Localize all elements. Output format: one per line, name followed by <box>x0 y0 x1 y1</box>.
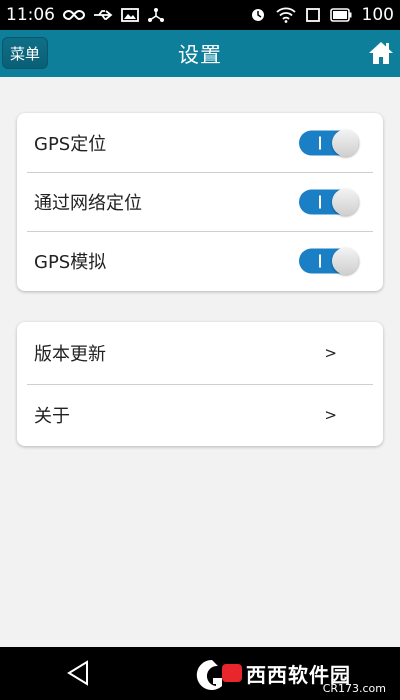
share-icon <box>147 7 165 23</box>
image-icon <box>121 8 139 22</box>
battery-level: 100 <box>361 5 394 25</box>
about-card: 版本更新 > 关于 > <box>17 322 383 446</box>
setting-label: 通过网络定位 <box>34 192 142 214</box>
toggle-knob <box>332 129 359 156</box>
toggle-knob <box>332 247 359 274</box>
chevron-right-icon: > <box>324 344 337 362</box>
menu-button[interactable]: 菜单 <box>2 37 48 69</box>
watermark-logo-icon <box>196 659 242 690</box>
wifi-icon <box>275 7 296 23</box>
infinity-icon <box>63 9 85 21</box>
toggle-knob <box>332 188 359 215</box>
watermark-logo: 西西软件园 CR173.com <box>190 653 390 695</box>
location-settings-card: GPS定位 通过网络定位 GPS模拟 <box>17 113 383 291</box>
setting-row-version-update[interactable]: 版本更新 > <box>17 322 383 384</box>
page-title: 设置 <box>178 42 222 67</box>
setting-label: 关于 <box>34 406 70 427</box>
setting-row-gps-simulation[interactable]: GPS模拟 <box>17 231 383 290</box>
setting-label: GPS定位 <box>34 133 107 155</box>
home-icon[interactable] <box>367 40 395 66</box>
back-triangle-icon[interactable] <box>66 660 90 686</box>
usb-icon <box>93 8 113 22</box>
setting-row-gps[interactable]: GPS定位 <box>17 113 383 172</box>
screen-icon <box>305 8 320 22</box>
toggle-on-mark <box>319 195 321 208</box>
status-time: 11:06 <box>6 5 55 25</box>
setting-label: 版本更新 <box>34 344 106 365</box>
watermark-domain: CR173.com <box>322 682 386 695</box>
toggle-on-mark <box>319 254 321 267</box>
alarm-icon <box>250 7 266 23</box>
battery-icon <box>329 8 352 22</box>
status-bar: 11:06 100 <box>0 0 400 30</box>
gps-simulation-toggle[interactable] <box>299 247 359 274</box>
chevron-right-icon: > <box>324 406 337 424</box>
setting-row-about[interactable]: 关于 > <box>17 384 383 446</box>
navigation-bar: 西西软件园 CR173.com <box>0 647 400 700</box>
title-bar: 菜单 设置 <box>0 30 400 77</box>
setting-row-network-location[interactable]: 通过网络定位 <box>17 172 383 231</box>
toggle-on-mark <box>319 136 321 149</box>
setting-label: GPS模拟 <box>34 251 107 273</box>
network-location-toggle[interactable] <box>299 188 359 215</box>
gps-toggle[interactable] <box>299 129 359 156</box>
